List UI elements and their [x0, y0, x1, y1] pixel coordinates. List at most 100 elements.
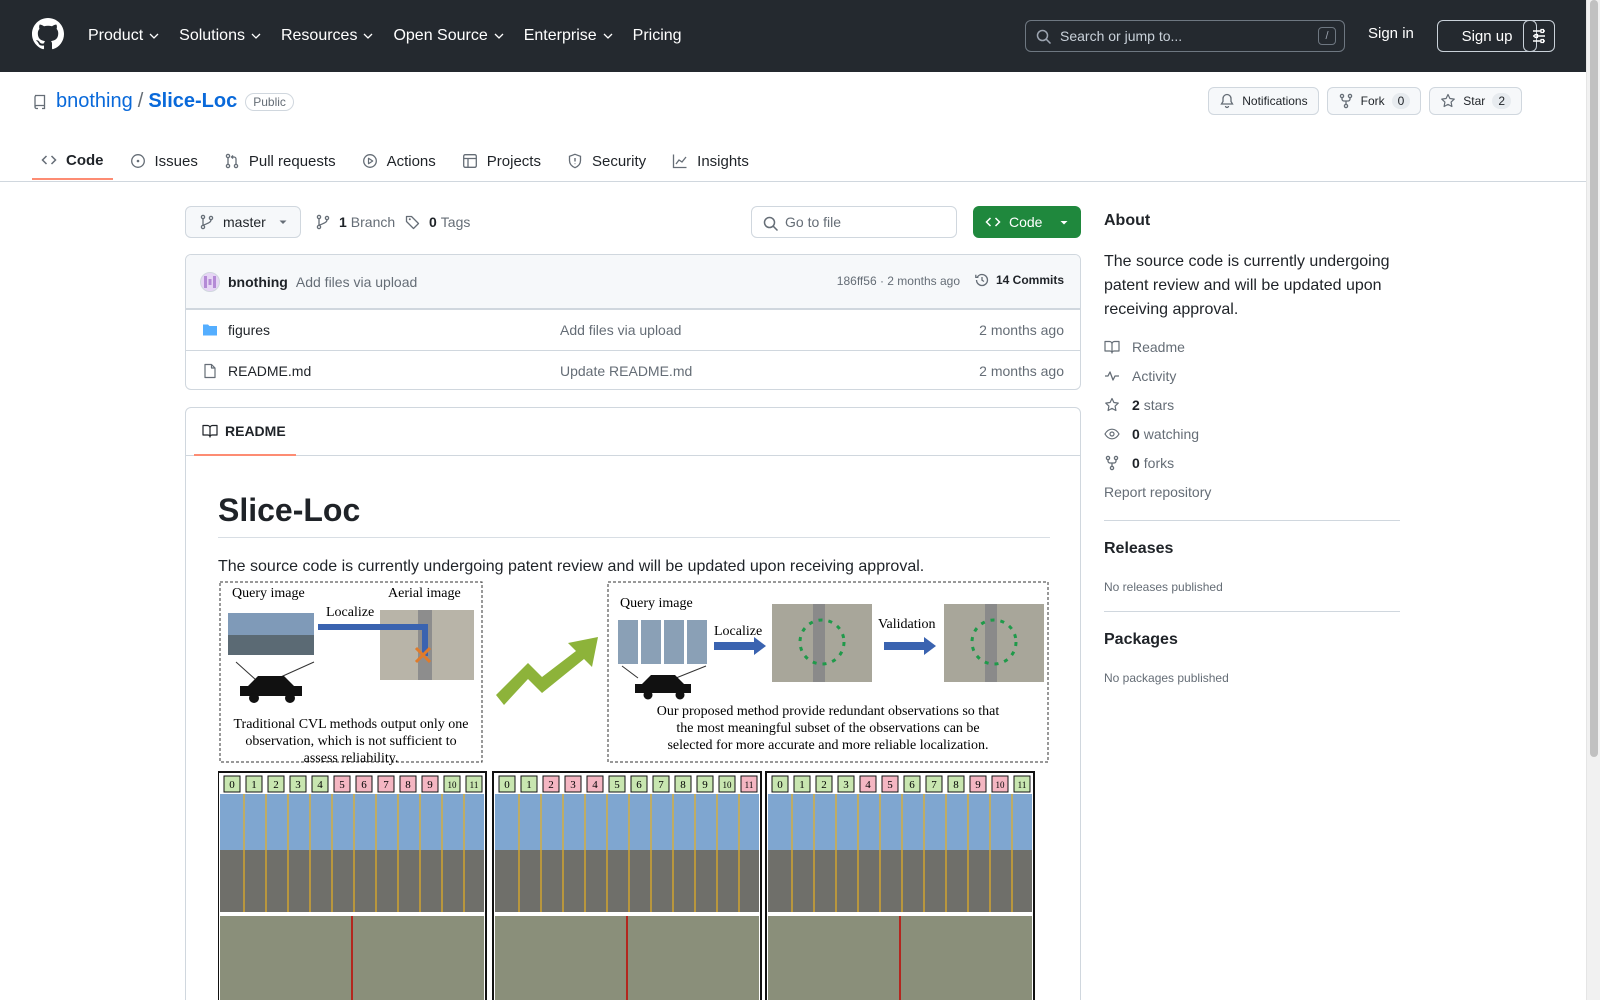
file-commit-message[interactable]: Update README.md — [560, 363, 692, 379]
github-logo-icon[interactable] — [32, 18, 64, 50]
slice-number: 7 — [383, 779, 389, 791]
left-caption-line-1: Traditional CVL methods output only one — [233, 717, 468, 732]
tab-issues[interactable]: Issues — [121, 142, 207, 180]
repo-actions: Notifications Fork 0 Star 2 — [1200, 87, 1522, 115]
slice-number: 2 — [548, 779, 554, 791]
search-icon — [763, 216, 779, 232]
commit-author[interactable]: bnothing — [228, 274, 288, 290]
file-name[interactable]: README.md — [228, 363, 311, 379]
tab-code[interactable]: Code — [32, 142, 113, 180]
readme-tab-label: README — [225, 423, 286, 439]
tab-projects-label: Projects — [486, 152, 541, 170]
activity-link[interactable]: Activity — [1104, 368, 1176, 384]
slice-number: 10 — [996, 780, 1006, 790]
slice-number: 9 — [427, 779, 433, 791]
nav-open-source[interactable]: Open Source — [393, 27, 504, 45]
nav-solutions[interactable]: Solutions — [179, 27, 261, 45]
commit-hash-time[interactable]: 186ff56 · 2 months ago — [837, 274, 960, 288]
right-caption-line-2: the most meaningful subset of the observ… — [676, 721, 979, 736]
readme-link[interactable]: Readme — [1104, 339, 1185, 355]
file-row[interactable]: README.md Update README.md 2 months ago — [186, 350, 1080, 389]
file-row[interactable]: figures Add files via upload 2 months ag… — [186, 309, 1080, 350]
commit-message[interactable]: Add files via upload — [296, 274, 417, 290]
releases-heading[interactable]: Releases — [1104, 540, 1173, 558]
slice-number: 7 — [658, 779, 664, 791]
slice-number: 11 — [745, 780, 754, 790]
sign-up-button[interactable]: Sign up — [1437, 20, 1537, 52]
bell-icon — [1220, 93, 1234, 109]
left-aerial-label: Aerial image — [388, 586, 461, 601]
file-name[interactable]: figures — [228, 322, 270, 338]
repo-icon — [34, 94, 46, 109]
tab-pull-requests[interactable]: Pull requests — [215, 142, 345, 180]
code-button-label: Code — [1009, 214, 1043, 230]
fork-label: Fork — [1360, 94, 1385, 108]
history-icon — [975, 273, 989, 287]
nav-resources[interactable]: Resources — [281, 27, 373, 45]
nav-pricing[interactable]: Pricing — [633, 27, 682, 45]
slice-number: 8 — [680, 779, 686, 791]
watching-link[interactable]: 0 watching — [1104, 426, 1199, 442]
tab-insights[interactable]: Insights — [663, 142, 758, 180]
branches-link[interactable]: 1 Branch — [315, 214, 395, 230]
repo-title: bnothing / Slice-Loc Public — [32, 90, 294, 113]
report-repository-link[interactable]: Report repository — [1104, 484, 1211, 500]
avatar[interactable] — [200, 271, 220, 292]
left-caption-line-3: assess reliability. — [304, 751, 399, 766]
readme-panel: README Slice-Loc The source code is curr… — [185, 407, 1081, 1000]
tab-projects[interactable]: Projects — [453, 142, 550, 180]
tags-link[interactable]: 0 Tags — [405, 214, 470, 230]
tab-security[interactable]: Security — [558, 142, 655, 180]
tab-actions[interactable]: Actions — [353, 142, 445, 180]
file-browser: bnothing Add files via upload 186ff56 · … — [185, 254, 1081, 390]
nav-product[interactable]: Product — [88, 27, 159, 45]
page-scrollbar[interactable] — [1586, 0, 1600, 1000]
code-dropdown-button[interactable]: Code — [973, 206, 1081, 238]
readme-header: README — [186, 408, 1080, 456]
slice-number: 6 — [361, 779, 367, 791]
branch-selector[interactable]: master — [185, 206, 301, 238]
repo-tabs: Code Issues Pull requests Actions Projec… — [32, 142, 766, 182]
candidate-aerial-road — [813, 604, 825, 682]
pulse-icon — [1105, 371, 1119, 381]
tag-label: Tags — [440, 214, 471, 230]
forks-link[interactable]: 0 forks — [1104, 455, 1174, 471]
slice-number: 0 — [504, 779, 510, 791]
slice-number: 2 — [273, 779, 279, 791]
about-description: The source code is currently undergoing … — [1104, 253, 1390, 318]
slice-number: 5 — [614, 779, 620, 791]
search-input[interactable]: Search or jump to... / — [1025, 20, 1345, 52]
file-commit-message[interactable]: Add files via upload — [560, 322, 681, 338]
query-slice — [618, 620, 638, 664]
forks-count: 0 — [1132, 455, 1140, 471]
star-button[interactable]: Star 2 — [1429, 87, 1522, 115]
stars-link[interactable]: 2 stars — [1104, 397, 1174, 413]
readme-tab[interactable]: README — [194, 408, 296, 456]
sliders-menu-button[interactable] — [1523, 20, 1555, 52]
search-icon — [1036, 29, 1052, 45]
repo-name-link[interactable]: Slice-Loc — [148, 90, 237, 113]
nav-enterprise[interactable]: Enterprise — [524, 27, 613, 45]
tag-count: 0 — [429, 214, 437, 230]
notifications-button[interactable]: Notifications — [1208, 87, 1319, 115]
shield-icon — [568, 153, 582, 169]
slice-number: 4 — [865, 779, 871, 791]
fork-icon — [1105, 455, 1119, 471]
packages-heading[interactable]: Packages — [1104, 631, 1178, 649]
packages-empty-text: No packages published — [1104, 671, 1229, 685]
slice-number: 5 — [339, 779, 345, 791]
go-to-file-input[interactable]: Go to file — [751, 206, 957, 238]
tab-pull-requests-label: Pull requests — [248, 152, 336, 170]
repo-owner-link[interactable]: bnothing — [56, 90, 133, 113]
slice-number: 3 — [295, 779, 301, 791]
commits-link[interactable]: 14 Commits — [974, 272, 1064, 288]
star-icon — [1105, 397, 1119, 412]
nav-product-label: Product — [88, 27, 144, 44]
scrollbar-thumb[interactable] — [1590, 0, 1598, 757]
chevron-down-icon — [494, 33, 504, 39]
book-icon — [202, 424, 218, 438]
file-commit-time: 2 months ago — [979, 322, 1064, 338]
fork-button[interactable]: Fork 0 — [1326, 87, 1422, 115]
branch-label: Branch — [350, 214, 396, 230]
sign-in-link[interactable]: Sign in — [1368, 25, 1414, 42]
